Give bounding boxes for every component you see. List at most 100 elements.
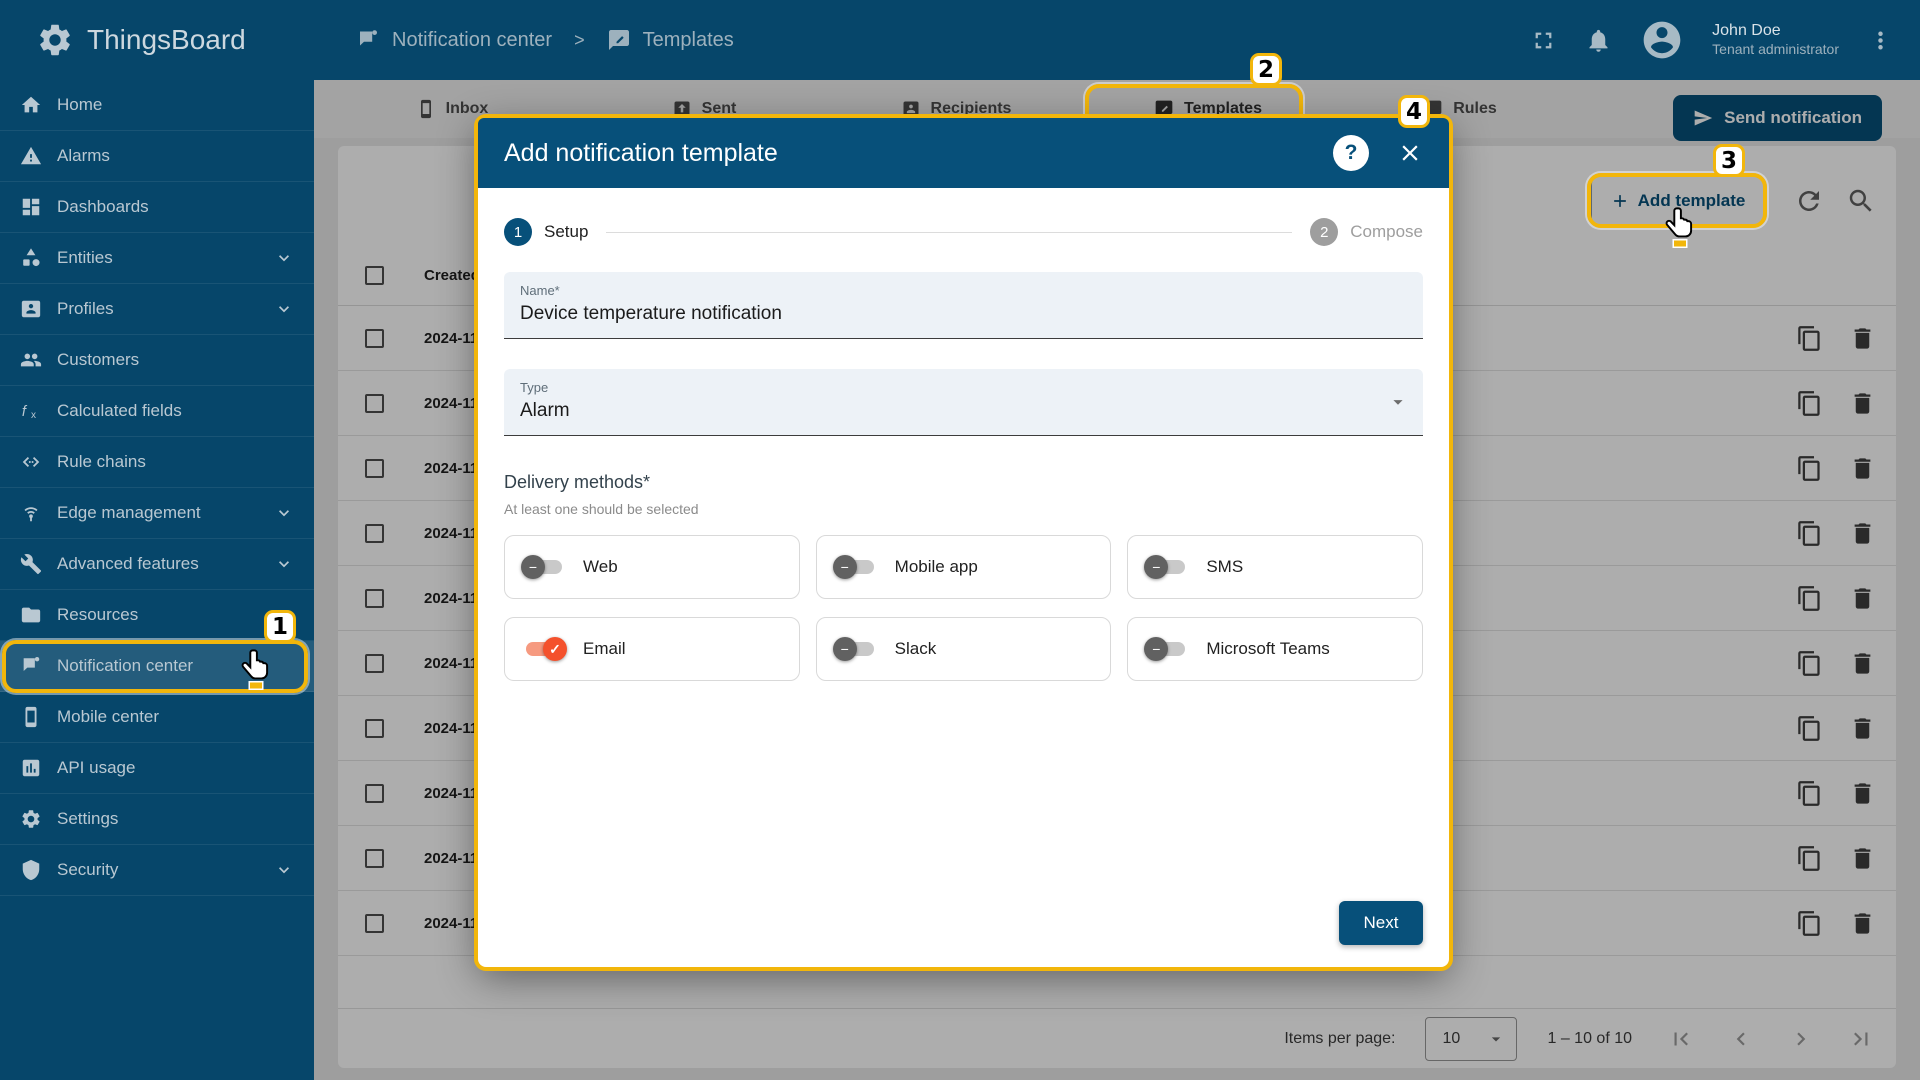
breadcrumb-notification-center[interactable]: Notification center <box>392 29 552 52</box>
chevron-down-icon <box>274 860 294 880</box>
sidebar-item-profiles[interactable]: Profiles <box>0 284 314 335</box>
sidebar-item-rule-chains[interactable]: Rule chains <box>0 437 314 488</box>
sidebar-item-alarms[interactable]: Alarms <box>0 131 314 182</box>
bell-icon[interactable] <box>1585 27 1612 54</box>
toggle-microsoft-teams[interactable]: − <box>1144 636 1190 662</box>
user-role: Tenant administrator <box>1712 41 1839 58</box>
step-2-circle: 2 <box>1310 218 1339 246</box>
delivery-methods-subtitle: At least one should be selected <box>504 501 699 517</box>
dialog-header: Add notification template ? <box>478 118 1449 188</box>
minus-icon: − <box>832 555 857 579</box>
hand-cursor-icon <box>238 648 274 690</box>
delivery-method-web[interactable]: − Web <box>504 535 800 599</box>
chevron-down-icon <box>274 299 294 319</box>
sidebar-item-security[interactable]: Security <box>0 845 314 896</box>
sidebar-item-calculated-fields[interactable]: f x Calculated fields <box>0 386 314 437</box>
chevron-down-icon <box>274 248 294 268</box>
check-icon: ✓ <box>543 637 567 661</box>
sidebar-item-label: Mobile center <box>57 707 160 726</box>
user-name: John Doe <box>1712 22 1781 40</box>
sidebar-item-home[interactable]: Home <box>0 80 314 131</box>
toggle-mobile-app[interactable]: − <box>832 554 879 580</box>
toggle-sms[interactable]: − <box>1144 554 1190 580</box>
app-title: ThingsBoard <box>87 24 246 55</box>
delivery-method-slack[interactable]: − Slack <box>815 617 1112 681</box>
delivery-method-label: Mobile app <box>894 557 978 576</box>
hand-cursor-icon <box>1662 206 1698 248</box>
user-block[interactable]: John Doe Tenant administrator <box>1712 21 1839 59</box>
customers-icon <box>20 349 42 371</box>
sidebar-item-label: Advanced features <box>57 554 199 573</box>
sidebar-item-label: Settings <box>57 809 119 828</box>
step-1-label: Setup <box>544 222 589 241</box>
minus-icon: − <box>1144 637 1169 661</box>
sidebar-menu: Home Alarms Dashboards Entities Profiles Cust… <box>0 80 314 1080</box>
sidebar-item-mobile-center[interactable]: Mobile center <box>0 692 314 743</box>
sidebar-item-entities[interactable]: Entities <box>0 233 314 284</box>
chevron-down-icon <box>274 503 294 523</box>
dashboards-icon <box>20 196 42 218</box>
sidebar-item-api-usage[interactable]: API usage <box>0 743 314 794</box>
delivery-method-mobile-app[interactable]: − Mobile app <box>815 535 1112 599</box>
delivery-method-sms[interactable]: − SMS <box>1127 535 1423 599</box>
minus-icon: − <box>832 637 857 661</box>
delivery-method-label: Microsoft Teams <box>1206 639 1330 658</box>
profiles-icon <box>20 298 42 320</box>
chevron-down-icon <box>274 554 294 574</box>
sidebar-item-label: API usage <box>57 758 136 777</box>
app-header: ThingsBoard Notification center > Templa… <box>0 0 1920 80</box>
edge-icon <box>20 502 42 524</box>
close-icon[interactable] <box>1397 140 1423 166</box>
breadcrumb-templates[interactable]: Templates <box>643 29 734 52</box>
annotation-badge-4: 4 <box>1398 95 1431 128</box>
sidebar-item-label: Entities <box>57 248 113 267</box>
function-icon: fx <box>20 400 42 422</box>
sidebar-item-label: Alarms <box>57 146 110 165</box>
annotation-badge-2: 2 <box>1250 53 1283 86</box>
sidebar-item-label: Calculated fields <box>57 401 182 420</box>
name-field[interactable]: Name* Device temperature notification <box>504 272 1423 339</box>
toggle-web[interactable]: − <box>521 554 567 580</box>
sidebar-item-label: Resources <box>57 605 139 624</box>
delivery-method-microsoft-teams[interactable]: − Microsoft Teams <box>1127 617 1423 681</box>
dropdown-arrow-icon <box>1387 391 1409 413</box>
wizard-stepper: 1 Setup 2 Compose <box>504 218 1423 246</box>
toggle-slack[interactable]: − <box>832 636 879 662</box>
avatar[interactable] <box>1640 18 1684 62</box>
sidebar-item-settings[interactable]: Settings <box>0 794 314 845</box>
sidebar-item-customers[interactable]: Customers <box>0 335 314 386</box>
step-2-label: Compose <box>1350 222 1423 241</box>
next-button[interactable]: Next <box>1339 901 1423 945</box>
sidebar-item-label: Home <box>57 95 103 114</box>
mobile-icon <box>20 706 42 728</box>
sidebar-item-label: Dashboards <box>57 197 149 216</box>
chart-icon <box>20 757 42 779</box>
sidebar-item-dashboards[interactable]: Dashboards <box>0 182 314 233</box>
svg-text:f: f <box>22 404 28 420</box>
sidebar-item-label: Profiles <box>57 299 114 318</box>
tools-icon <box>20 553 42 575</box>
app-logo: ThingsBoard <box>36 21 246 59</box>
type-select[interactable]: Type Alarm <box>504 369 1423 436</box>
sidebar-item-label: Customers <box>57 350 140 369</box>
svg-text:x: x <box>31 410 36 421</box>
help-button[interactable]: ? <box>1333 135 1369 171</box>
rule-chains-icon <box>20 451 42 473</box>
kebab-menu-icon[interactable] <box>1867 27 1894 54</box>
delivery-method-label: SMS <box>1206 557 1244 576</box>
add-notification-template-dialog: Add notification template ? 1 Setup 2 Co… <box>478 118 1449 967</box>
templates-icon <box>607 28 631 52</box>
toggle-email[interactable]: ✓ <box>521 636 567 662</box>
sidebar-item-label: Rule chains <box>57 452 146 471</box>
gear-icon <box>20 808 42 830</box>
fullscreen-icon[interactable] <box>1530 27 1557 54</box>
delivery-method-label: Slack <box>894 639 937 658</box>
shield-icon <box>20 859 42 881</box>
sidebar-item-advanced-features[interactable]: Advanced features <box>0 539 314 590</box>
sidebar-item-edge-management[interactable]: Edge management <box>0 488 314 539</box>
delivery-method-email[interactable]: ✓ Email <box>504 617 800 681</box>
breadcrumb: Notification center > Templates <box>356 28 734 52</box>
name-field-value: Device temperature notification <box>520 303 782 324</box>
step-1-circle: 1 <box>504 218 532 246</box>
notification-center-icon <box>356 28 380 52</box>
